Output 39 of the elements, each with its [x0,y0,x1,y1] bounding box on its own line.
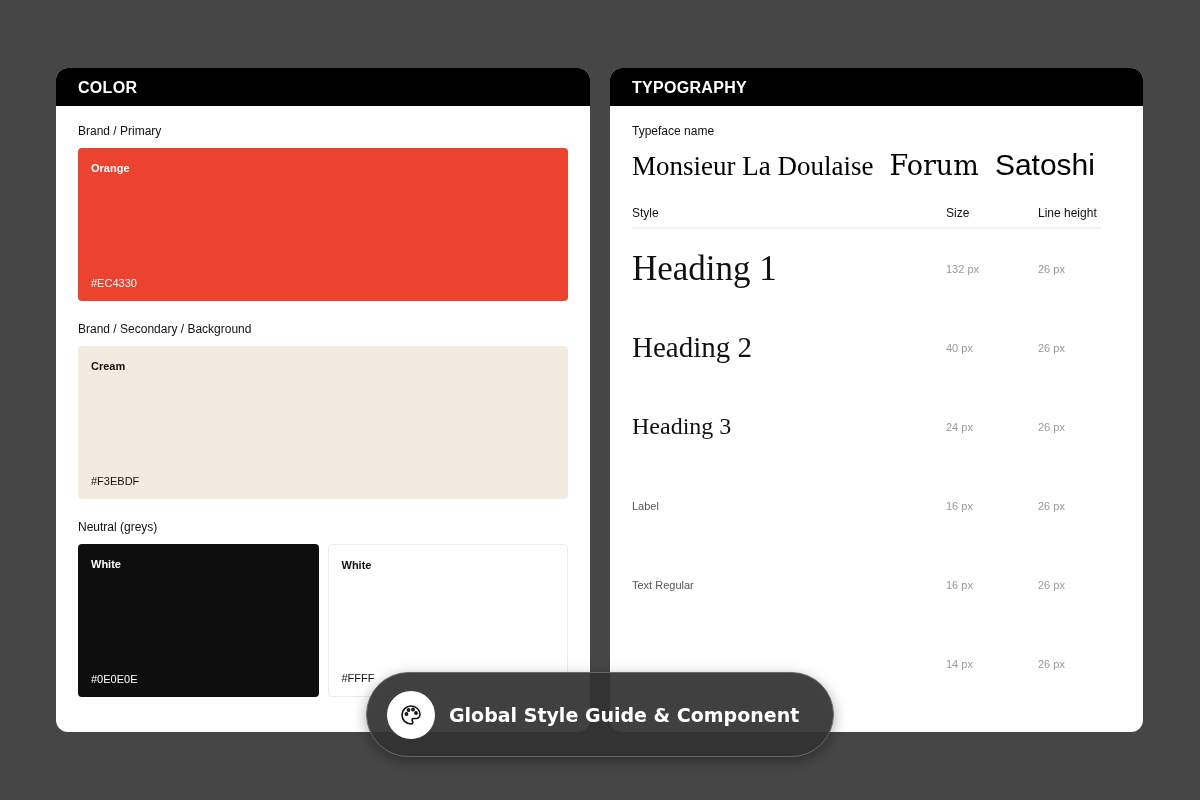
style-sample: Heading 1 [632,248,777,289]
size-value: 16 px [946,578,973,591]
typeface-sample: Monsieur La Doulaise [632,151,874,182]
swatch-hex: #F3EBDF [91,475,140,487]
style-sample: Heading 3 [632,413,732,440]
panel-header: TYPOGRAPHY [610,68,1143,106]
style-sample: Label [632,499,659,512]
size-value: 132 px [946,262,980,275]
size-value: 16 px [946,499,973,512]
swatch-name: Orange [91,162,130,174]
style-sample: Heading 2 [632,331,752,364]
column-header: Size [946,206,1038,229]
style-sample: Text Regular [632,578,694,591]
swatch-hex: #FFFF [341,672,375,684]
typeface-sample: Satoshi [994,148,1095,182]
column-header: Style [632,206,946,229]
line-height-value: 26 px [1038,499,1065,512]
size-value: 40 px [946,341,973,354]
line-height-value: 26 px [1038,262,1065,275]
column-header: Line height [1038,206,1101,229]
line-height-value: 26 px [1038,578,1065,591]
swatch-hex: #0E0E0E [91,673,138,685]
group-label: Brand / Secondary / Background [78,322,253,336]
size-value: 24 px [946,420,973,433]
swatch-name: Cream [91,360,126,372]
swatch-hex: #EC4330 [91,277,137,289]
typeface-sample: Forum [889,150,979,181]
typeface-label: Typeface name [632,124,716,138]
swatch-name: White [91,558,121,570]
swatch-name: White [341,559,372,571]
line-height-value: 26 px [1038,341,1065,354]
group-label: Neutral (greys) [78,520,159,534]
palette-icon [387,690,435,739]
group-label: Brand / Primary [78,124,163,138]
title-text: Global Style Guide & Component [449,703,800,726]
panel-header: COLOR [56,68,590,106]
line-height-value: 26 px [1038,420,1065,433]
size-value: 14 px [946,657,973,670]
line-height-value: 26 px [1038,657,1065,670]
